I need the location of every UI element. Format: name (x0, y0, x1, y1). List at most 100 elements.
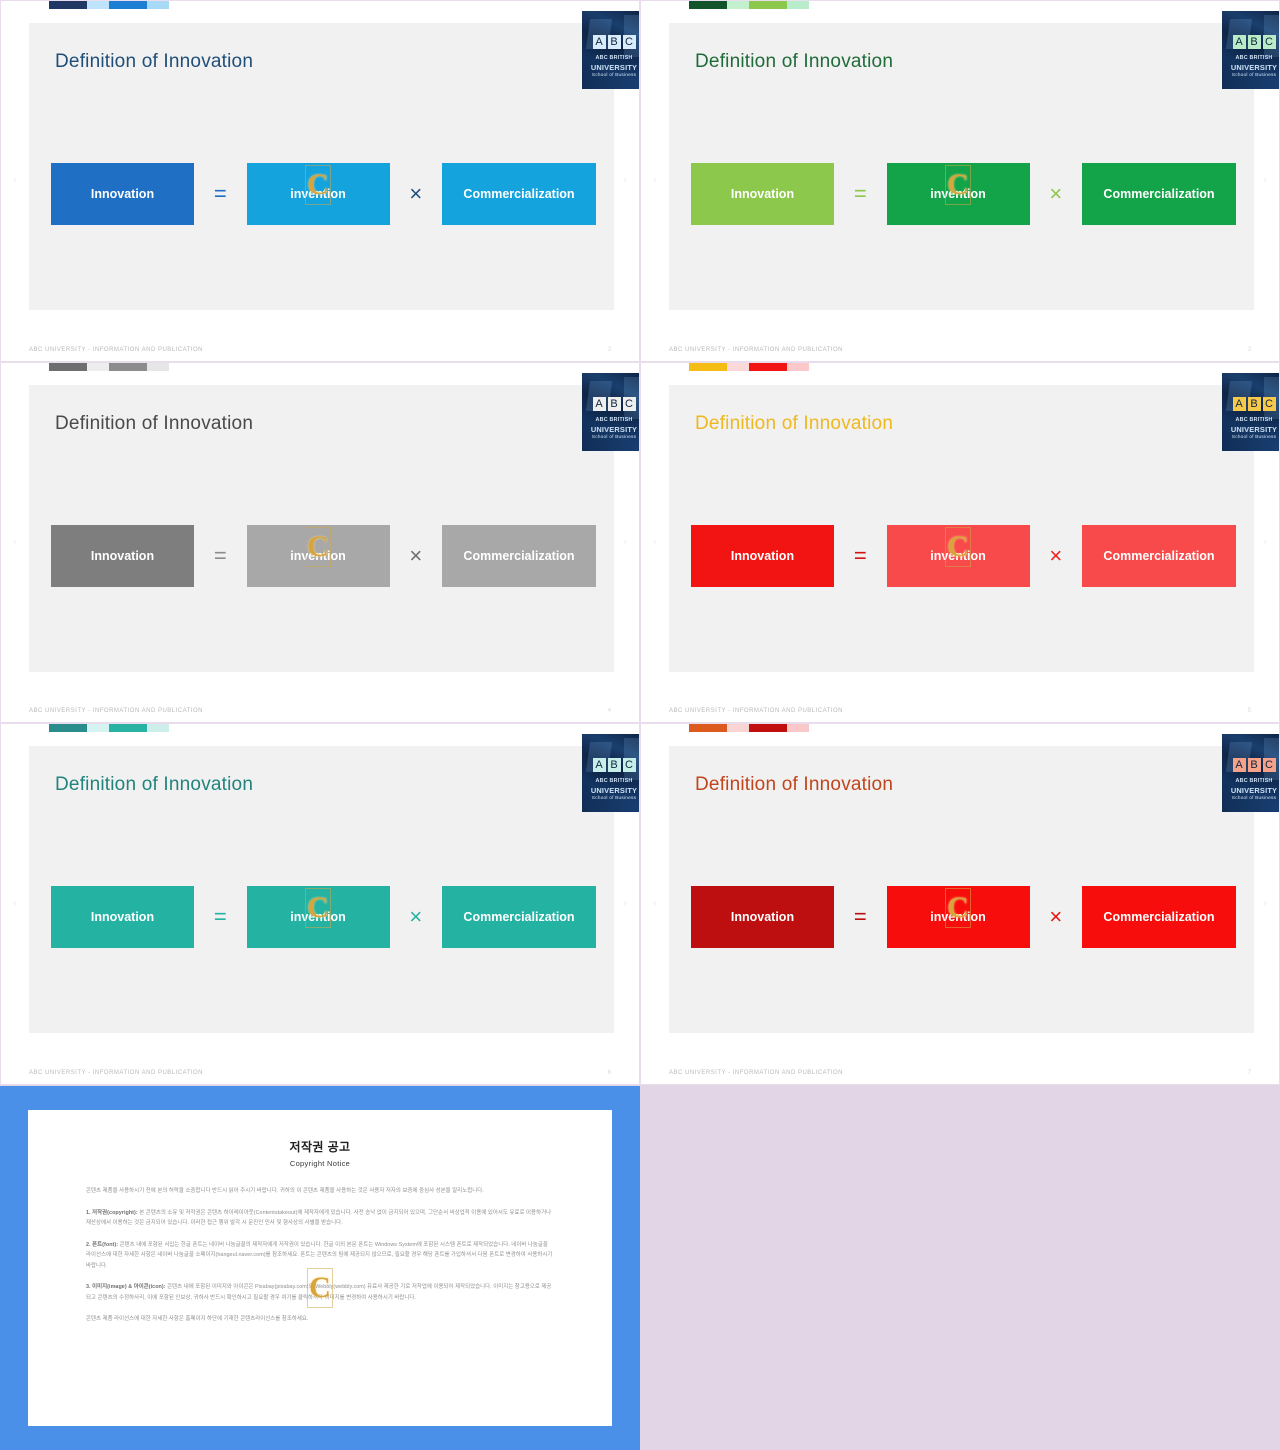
logo-letter: B (1247, 758, 1261, 772)
innovation-equation: Innovation = invention C × Commercializa… (51, 886, 596, 948)
slide-footer: ABC UNIVERSITY - INFORMATION AND PUBLICA… (29, 1070, 204, 1076)
equation-box-label: Commercialization (1103, 549, 1215, 563)
equation-box-innovation[interactable]: Innovation (51, 886, 194, 948)
equation-box-invention[interactable]: invention C (246, 525, 390, 587)
logo-letter: B (1247, 35, 1261, 49)
logo-letter: C (622, 397, 636, 411)
equation-box-commercialization[interactable]: Commercialization (442, 163, 596, 225)
color-swatch (49, 1, 87, 9)
color-swatch (749, 1, 787, 9)
copyright-section: 2. 폰트(font): 콘텐츠 내에 포함된 서입는 한글 폰트는 네이버 나… (86, 1240, 554, 1272)
slide-title: Definition of Innovation (55, 51, 254, 72)
logo-line-3: School of Business (1231, 73, 1277, 78)
equation-box-label: Innovation (730, 187, 795, 201)
next-slide-arrow-icon[interactable]: › (1263, 175, 1267, 187)
equation-box-label: Innovation (90, 187, 155, 201)
logo-abc-letters: ABC (582, 35, 639, 49)
logo-letter: C (1262, 758, 1276, 772)
innovation-equation: Innovation = invention C × Commercializa… (691, 886, 1236, 948)
equation-box-innovation[interactable]: Innovation (691, 886, 834, 948)
slide-card[interactable]: Definition of Innovation ABC ABC BRITISH… (640, 0, 1280, 362)
next-slide-arrow-icon[interactable]: › (1263, 537, 1267, 548)
logo-abc-letters: ABC (1222, 397, 1279, 411)
equation-box-commercialization[interactable]: Commercialization (1082, 163, 1236, 225)
logo-letter: A (1232, 758, 1246, 772)
equation-box-commercialization[interactable]: Commercialization (1082, 886, 1236, 948)
logo-letter: A (592, 758, 606, 772)
color-swatch (147, 1, 169, 9)
equation-box-innovation[interactable]: Innovation (51, 163, 194, 225)
logo-line-3: School of Business (1231, 796, 1277, 801)
logo-line-3: School of Business (591, 435, 637, 440)
copyright-watermark-letter: C (309, 1271, 331, 1304)
logo-line-1: ABC BRITISH (595, 417, 633, 423)
logo-letter: A (592, 35, 606, 49)
equation-box-innovation[interactable]: Innovation (691, 525, 834, 587)
prev-slide-arrow-icon[interactable]: ‹ (653, 537, 657, 548)
slide-card[interactable]: Definition of Innovation ABC ABC BRITISH… (640, 362, 1280, 723)
logo-line-2: UNIVERSITY (590, 63, 638, 72)
slide-page-number: 5 (1247, 708, 1251, 714)
copyright-watermark-icon: C (307, 1268, 333, 1308)
logo-line-3: School of Business (591, 73, 637, 78)
next-slide-arrow-icon[interactable]: › (623, 175, 627, 187)
equals-operator: = (853, 543, 867, 568)
equation-box-label: Commercialization (463, 187, 575, 201)
equation-box-invention[interactable]: invention C (886, 525, 1030, 587)
color-swatch (689, 1, 727, 9)
slide-card[interactable]: Definition of Innovation ABC ABC BRITISH… (640, 723, 1280, 1085)
theme-color-swatches (49, 724, 169, 732)
equation-box-innovation[interactable]: Innovation (51, 525, 194, 587)
prev-slide-arrow-icon[interactable]: ‹ (13, 175, 17, 187)
prev-slide-arrow-icon[interactable]: ‹ (13, 898, 17, 910)
color-swatch (87, 1, 109, 9)
equation-box-label: Commercialization (463, 910, 575, 924)
slide-title: Definition of Innovation (55, 774, 254, 795)
copyright-section-heading: 2. 폰트(font): (86, 1241, 119, 1248)
color-swatch (787, 363, 809, 371)
equation-box-invention[interactable]: invention C (886, 163, 1030, 225)
innovation-equation: Innovation = invention C × Commercializa… (691, 163, 1236, 225)
logo-line-2: UNIVERSITY (590, 786, 638, 795)
equation-box-commercialization[interactable]: Commercialization (442, 886, 596, 948)
slide-title: Definition of Innovation (695, 413, 894, 434)
equation-box-invention[interactable]: invention C (886, 886, 1030, 948)
equation-box-commercialization[interactable]: Commercialization (1082, 525, 1236, 587)
slide-card[interactable]: Definition of Innovation ABC ABC BRITISH… (0, 362, 640, 723)
next-slide-arrow-icon[interactable]: › (623, 898, 627, 910)
copyright-outro: 콘텐츠 제품 라이선스에 대한 자세한 사항은 홈페이지 하단에 기재한 콘텐츠… (86, 1316, 309, 1323)
next-slide-arrow-icon[interactable]: › (623, 537, 627, 548)
copyright-section-heading: 3. 이미지(image) & 아이콘(icon): (86, 1284, 166, 1291)
logo-letter: C (1262, 35, 1276, 49)
logo-line-1: ABC BRITISH (1235, 778, 1273, 784)
multiply-operator: × (1049, 904, 1063, 929)
prev-slide-arrow-icon[interactable]: ‹ (653, 175, 657, 187)
logo-letter: B (607, 397, 621, 411)
slide-card[interactable]: Definition of Innovation ABC ABC BRITISH… (0, 723, 640, 1085)
equation-box-invention[interactable]: invention C (246, 886, 390, 948)
innovation-equation: Innovation = invention C × Commercializa… (691, 525, 1236, 587)
innovation-equation: Innovation = invention C × Commercializa… (51, 163, 596, 225)
slide-footer: ABC UNIVERSITY - INFORMATION AND PUBLICA… (669, 347, 844, 353)
theme-color-swatches (689, 1, 809, 9)
slide-page-number: 4 (607, 708, 611, 714)
slide-page-number: 6 (607, 1070, 611, 1076)
equation-box-label: Innovation (730, 549, 795, 563)
equation-box-label: Innovation (90, 549, 155, 563)
slide-card[interactable]: Definition of Innovation ABC ABC BRITISH… (0, 0, 640, 362)
copyright-notice-card: 저작권 공고 Copyright Notice 콘텐츠 제품을 사용하시기 전에… (0, 1086, 640, 1450)
copyright-section-heading: 1. 저작권(copyright): (86, 1209, 138, 1216)
color-swatch (727, 363, 749, 371)
equation-box-label: invention (290, 187, 346, 201)
next-slide-arrow-icon[interactable]: › (1263, 898, 1267, 910)
color-swatch (787, 1, 809, 9)
prev-slide-arrow-icon[interactable]: ‹ (653, 898, 657, 910)
equation-box-innovation[interactable]: Innovation (691, 163, 834, 225)
prev-slide-arrow-icon[interactable]: ‹ (13, 537, 17, 548)
equation-box-label: invention (290, 910, 346, 924)
logo-line-2: UNIVERSITY (1230, 63, 1278, 72)
equation-box-commercialization[interactable]: Commercialization (442, 525, 596, 587)
equation-box-invention[interactable]: invention C (246, 163, 390, 225)
equation-box-label: invention (930, 910, 986, 924)
logo-line-2: UNIVERSITY (590, 425, 638, 434)
